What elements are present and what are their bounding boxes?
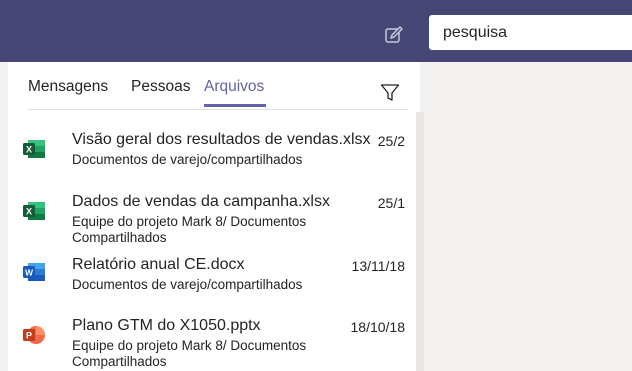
search-results-pane: Mensagens Pessoas Arquivos X Visão geral…: [8, 62, 424, 371]
detail-pane: [429, 62, 632, 371]
file-name: Dados de vendas da campanha.xlsx: [72, 193, 330, 210]
file-list: X Visão geral dos resultados de vendas.x…: [8, 62, 413, 371]
file-location: Equipe do projeto Mark 8/ Documentos Com…: [72, 214, 307, 245]
compose-button[interactable]: [383, 24, 405, 46]
excel-file-icon: X: [23, 140, 45, 158]
file-date: 13/11/18: [351, 258, 405, 274]
file-date: 25/1: [377, 195, 405, 211]
svg-text:P: P: [26, 331, 32, 341]
svg-text:X: X: [26, 145, 32, 155]
compose-icon: [385, 26, 403, 43]
word-file-icon: W: [23, 263, 45, 281]
file-location: Equipe do projeto Mark 8/ Documentos Com…: [72, 338, 307, 369]
search-box[interactable]: [429, 15, 632, 50]
file-name: Plano GTM do X1050.pptx: [72, 317, 261, 334]
powerpoint-file-icon: P: [23, 326, 45, 344]
file-location: Documentos de varejo/compartilhados: [72, 277, 303, 292]
file-date: 25/2: [377, 133, 405, 149]
app-header: [0, 0, 632, 62]
file-location: Documentos de varejo/compartilhados: [72, 152, 303, 167]
file-name: Visão geral dos resultados de vendas.xls…: [72, 131, 371, 148]
file-name: Relatório anual CE.docx: [72, 256, 245, 273]
scrollbar[interactable]: [416, 112, 424, 371]
search-input[interactable]: [429, 15, 632, 50]
svg-text:W: W: [25, 268, 34, 278]
file-date: 18/10/18: [350, 319, 406, 335]
excel-file-icon: X: [23, 202, 45, 220]
svg-text:X: X: [26, 207, 32, 217]
